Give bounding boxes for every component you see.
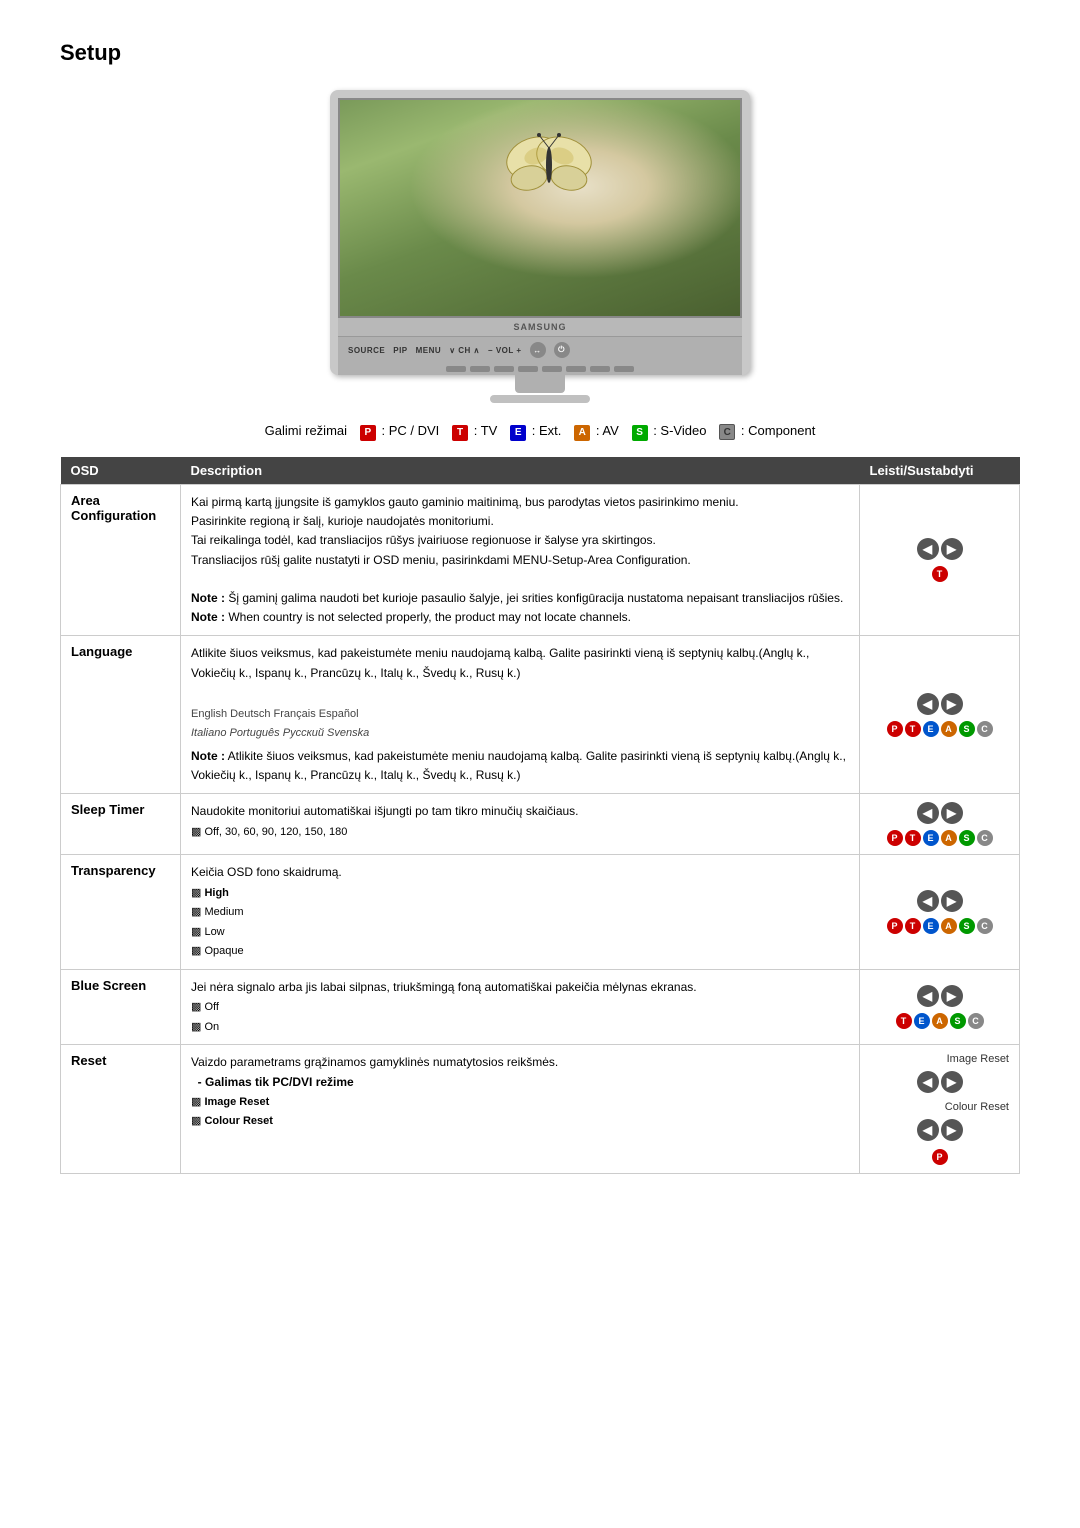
osd-desc-transparency: Keičia OSD fono skaidrumą. ▩ High ▩ Medi… <box>181 855 860 970</box>
osd-label-sleep: Sleep Timer <box>61 794 181 855</box>
left-arrow-icon[interactable]: ◀ <box>917 890 939 912</box>
right-arrow-icon[interactable]: ▶ <box>941 1071 963 1093</box>
mode-s-icon: S <box>959 830 975 846</box>
mode-p-icon: P <box>887 721 903 737</box>
mode-t-icon: T <box>905 918 921 934</box>
table-row: Reset Vaizdo parametrams grąžinamos gamy… <box>61 1045 1020 1174</box>
col-header-osd: OSD <box>61 457 181 485</box>
table-row: Transparency Keičia OSD fono skaidrumą. … <box>61 855 1020 970</box>
table-row: Language Atlikite šiuos veiksmus, kad pa… <box>61 636 1020 794</box>
osd-label-transparency: Transparency <box>61 855 181 970</box>
mode-t-icon: T <box>896 1013 912 1029</box>
mode-a-icon: A <box>941 918 957 934</box>
left-arrow-icon[interactable]: ◀ <box>917 538 939 560</box>
badge-c: C <box>719 424 735 440</box>
mode-t-icon: T <box>905 830 921 846</box>
mode-p-icon: P <box>887 830 903 846</box>
osd-label-bluescreen: Blue Screen <box>61 970 181 1045</box>
left-arrow-icon[interactable]: ◀ <box>917 802 939 824</box>
monitor-controls: SOURCE PIP MENU ∨ CH ∧ − VOL + ↔ ⏻ <box>338 336 742 363</box>
badge-s: S <box>632 425 648 441</box>
badge-e: E <box>510 425 526 441</box>
osd-table: OSD Description Leisti/Sustabdyti AreaCo… <box>60 457 1020 1174</box>
osd-label-reset: Reset <box>61 1045 181 1174</box>
table-row: Blue Screen Jei nėra signalo arba jis la… <box>61 970 1020 1045</box>
table-row: Sleep Timer Naudokite monitoriui automat… <box>61 794 1020 855</box>
osd-label-language: Language <box>61 636 181 794</box>
osd-desc-language: Atlikite šiuos veiksmus, kad pakeistumėt… <box>181 636 860 794</box>
right-arrow-icon[interactable]: ▶ <box>941 1119 963 1141</box>
left-arrow-icon[interactable]: ◀ <box>917 693 939 715</box>
osd-control-language: ◀ ▶ P T E A S C <box>860 636 1020 794</box>
left-arrow-icon[interactable]: ◀ <box>917 985 939 1007</box>
osd-desc-sleep: Naudokite monitoriui automatiškai išjung… <box>181 794 860 855</box>
mode-c-icon: C <box>977 830 993 846</box>
badge-t: T <box>452 425 468 441</box>
mode-p-icon: P <box>932 1149 948 1165</box>
colour-reset-label: Colour Reset <box>870 1101 1009 1113</box>
osd-control-reset: Image Reset ◀ ▶ Colour Reset ◀ ▶ P <box>860 1045 1020 1174</box>
mode-p-icon: P <box>887 918 903 934</box>
mode-s-icon: S <box>950 1013 966 1029</box>
mode-c-icon: C <box>977 721 993 737</box>
mode-e-icon: E <box>923 918 939 934</box>
right-arrow-icon[interactable]: ▶ <box>941 985 963 1007</box>
mode-a-icon: A <box>932 1013 948 1029</box>
modes-line: Galimi režimai P : PC / DVI T : TV E : E… <box>60 423 1020 441</box>
left-arrow-icon[interactable]: ◀ <box>917 1119 939 1141</box>
mode-s-icon: S <box>959 918 975 934</box>
table-row: AreaConfiguration Kai pirmą kartą įjungs… <box>61 485 1020 636</box>
osd-control-transparency: ◀ ▶ P T E A S C <box>860 855 1020 970</box>
badge-p: P <box>360 425 376 441</box>
page-title: Setup <box>60 40 1020 66</box>
monitor-screen <box>338 98 742 318</box>
col-header-control: Leisti/Sustabdyti <box>860 457 1020 485</box>
left-arrow-icon[interactable]: ◀ <box>917 1071 939 1093</box>
monitor-brand: SAMSUNG <box>338 318 742 336</box>
mode-a-icon: A <box>941 721 957 737</box>
mode-t-icon: T <box>932 566 948 582</box>
mode-c-icon: C <box>977 918 993 934</box>
right-arrow-icon[interactable]: ▶ <box>941 538 963 560</box>
osd-desc-area: Kai pirmą kartą įjungsite iš gamyklos ga… <box>181 485 860 636</box>
mode-a-icon: A <box>941 830 957 846</box>
modes-prefix: Galimi režimai <box>265 423 347 438</box>
right-arrow-icon[interactable]: ▶ <box>941 890 963 912</box>
mode-e-icon: E <box>923 830 939 846</box>
badge-a: A <box>574 425 590 441</box>
osd-desc-reset: Vaizdo parametrams grąžinamos gamyklinės… <box>181 1045 860 1174</box>
monitor-buttons <box>338 363 742 375</box>
osd-control-area: ◀ ▶ T <box>860 485 1020 636</box>
col-header-description: Description <box>181 457 860 485</box>
mode-c-icon: C <box>968 1013 984 1029</box>
mode-s-icon: S <box>959 721 975 737</box>
osd-control-bluescreen: ◀ ▶ T E A S C <box>860 970 1020 1045</box>
osd-label-area: AreaConfiguration <box>61 485 181 636</box>
monitor-illustration: SAMSUNG SOURCE PIP MENU ∨ CH ∧ − VOL + ↔… <box>60 90 1020 403</box>
image-reset-label: Image Reset <box>870 1053 1009 1065</box>
mode-e-icon: E <box>914 1013 930 1029</box>
osd-control-sleep: ◀ ▶ P T E A S C <box>860 794 1020 855</box>
right-arrow-icon[interactable]: ▶ <box>941 693 963 715</box>
mode-t-icon: T <box>905 721 921 737</box>
osd-desc-bluescreen: Jei nėra signalo arba jis labai silpnas,… <box>181 970 860 1045</box>
right-arrow-icon[interactable]: ▶ <box>941 802 963 824</box>
mode-e-icon: E <box>923 721 939 737</box>
